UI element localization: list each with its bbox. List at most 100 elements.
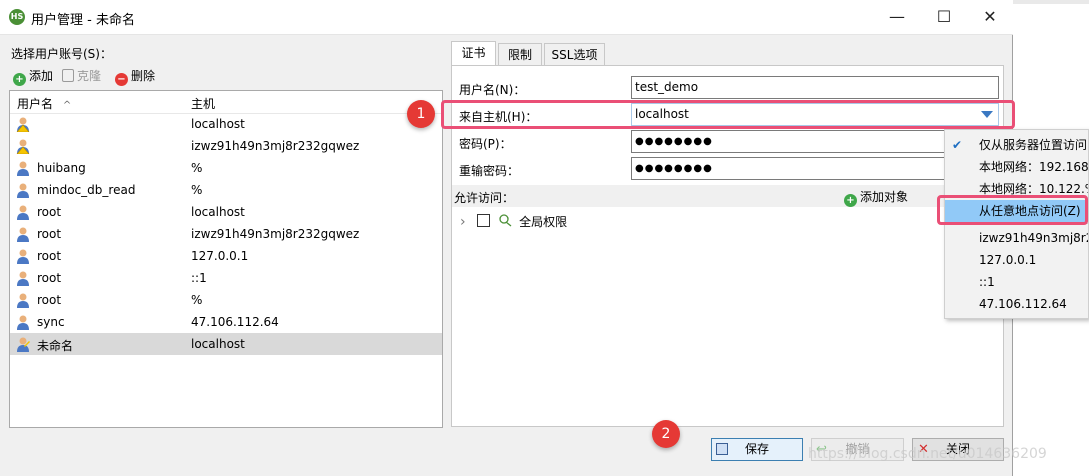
user-icon [16, 270, 30, 286]
user-host: localhost [191, 337, 245, 351]
host-menu-item-label: 仅从服务器位置访问( [979, 138, 1089, 152]
host-menu-item[interactable]: 127.0.0.1 [945, 249, 1088, 271]
allow-access-bar: 允许访问： + 添加对象 [452, 185, 1003, 207]
user-row[interactable]: izwz91h49n3mj8r232gqwez [10, 135, 442, 157]
user-icon [16, 248, 30, 264]
list-header: 用户名 ^ 主机 [10, 91, 442, 114]
host-menu-item[interactable]: ✔ 仅从服务器位置访问( [945, 134, 1089, 156]
user-host: % [191, 293, 203, 307]
annotation-marker-2: 2 [652, 420, 680, 448]
user-icon [16, 314, 30, 330]
user-icon [16, 182, 30, 198]
sort-ascending-icon: ^ [62, 100, 72, 111]
column-host-header[interactable]: 主机 [191, 95, 215, 112]
user-row[interactable]: root::1 [10, 267, 442, 289]
column-username-header[interactable]: 用户名 ^ [17, 95, 71, 112]
title-bar: HS 用户管理 - 未命名 — ☐ ✕ [0, 0, 1013, 35]
user-icon [16, 204, 30, 220]
watermark: https://blog.csdn.net/u014636209 [808, 446, 1047, 462]
save-label: 保存 [744, 442, 769, 456]
global-privileges-checkbox[interactable] [477, 214, 491, 227]
user-host: 47.106.112.64 [191, 315, 279, 329]
save-disk-icon [716, 443, 728, 455]
user-row[interactable]: root% [10, 289, 442, 311]
clone-user-label: 克隆 [77, 69, 102, 83]
host-menu-item-label: izwz91h49n3mj8r23 [979, 231, 1089, 245]
column-username-label: 用户名 [17, 97, 54, 111]
user-row[interactable]: root localhost [10, 201, 442, 223]
tree-item-global[interactable]: › 全局权限 [460, 213, 567, 231]
clone-user-button[interactable]: 克隆 [62, 67, 101, 85]
username-input[interactable]: test_demo [631, 76, 999, 99]
tab-limits[interactable]: 限制 [498, 43, 542, 65]
user-host: 127.0.0.1 [191, 249, 249, 263]
anywhere-option-highlight [937, 195, 1088, 225]
close-window-button[interactable]: ✕ [967, 0, 1013, 34]
add-object-button[interactable]: + 添加对象 [844, 188, 908, 207]
host-menu-item-label: 127.0.0.1 [979, 253, 1037, 267]
user-list[interactable]: 用户名 ^ 主机 localhost izwz91h49n3mj8r232gqwe… [9, 90, 443, 428]
host-menu-item-label: 47.106.112.64 [979, 297, 1067, 311]
user-name: mindoc_db_read [37, 183, 136, 197]
chevron-right-icon[interactable]: › [460, 214, 466, 230]
user-row[interactable]: 未命名 localhost [10, 333, 442, 355]
host-menu-item[interactable]: 47.106.112.64 [945, 293, 1088, 315]
host-menu-item-label: ::1 [979, 275, 995, 289]
user-host: localhost [191, 205, 245, 219]
user-warning-icon [16, 138, 30, 155]
user-icon [16, 160, 30, 176]
user-host: localhost [191, 117, 245, 131]
host-field-highlight [441, 100, 1015, 129]
user-row[interactable]: root izwz91h49n3mj8r232gqwez [10, 223, 442, 245]
user-name: root [37, 227, 62, 241]
user-name: root [37, 293, 62, 307]
minimize-button[interactable]: — [874, 0, 920, 34]
globe-leaf-icon [499, 214, 513, 227]
user-row[interactable]: root 127.0.0.1 [10, 245, 442, 267]
username-label: 用户名(N)： [459, 83, 526, 97]
checkmark-icon: ✔ [952, 138, 963, 152]
global-privileges-label: 全局权限 [519, 215, 568, 229]
app-logo-icon: HS [9, 9, 25, 25]
allow-access-label: 允许访问： [454, 191, 515, 205]
add-user-label: 添加 [29, 69, 54, 83]
annotation-marker-1: 1 [407, 100, 435, 128]
user-row[interactable]: mindoc_db_read% [10, 179, 442, 201]
user-name: sync [37, 315, 65, 329]
maximize-button[interactable]: ☐ [921, 0, 967, 34]
host-menu-item[interactable]: izwz91h49n3mj8r23 [945, 227, 1089, 249]
confirm-password-label: 重输密码： [459, 164, 520, 178]
select-account-label: 选择用户账号(S)： [11, 47, 112, 61]
user-host: % [191, 161, 203, 175]
user-row[interactable]: sync 47.106.112.64 [10, 311, 442, 333]
user-row[interactable]: localhost [10, 113, 442, 135]
delete-user-label: 删除 [131, 69, 156, 83]
host-menu-item[interactable]: ::1 [945, 271, 1088, 293]
save-button[interactable]: 保存 [711, 438, 803, 461]
user-host: izwz91h49n3mj8r232gqwez [191, 227, 360, 241]
tab-credentials[interactable]: 证书 [451, 41, 496, 66]
add-user-button[interactable]: + 添加 [13, 67, 54, 86]
user-host: ::1 [191, 271, 207, 285]
user-name: root [37, 271, 62, 285]
window-title: 用户管理 - 未命名 [31, 13, 135, 28]
user-host: % [191, 183, 203, 197]
user-edit-icon [16, 336, 30, 352]
user-icon [16, 226, 30, 242]
user-row[interactable]: huibang% [10, 157, 442, 179]
user-icon [16, 292, 30, 308]
tab-ssl-options[interactable]: SSL选项 [544, 43, 605, 65]
delete-user-button[interactable]: − 删除 [115, 67, 156, 86]
user-host: izwz91h49n3mj8r232gqwez [191, 139, 360, 153]
add-icon: + [13, 73, 26, 86]
add-icon: + [844, 194, 857, 207]
clone-icon [62, 69, 74, 82]
password-label: 密码(P)： [459, 137, 512, 151]
user-name: root [37, 205, 62, 219]
host-menu-item[interactable]: 本地网络：192.168.9 [945, 156, 1088, 178]
add-object-label: 添加对象 [860, 190, 909, 204]
user-manager-dialog: HS 用户管理 - 未命名 — ☐ ✕ 选择用户账号(S)： + 添加 克隆 − 删… [0, 0, 1013, 476]
user-warning-icon [16, 116, 30, 133]
user-name: 未命名 [37, 339, 74, 353]
user-name: root [37, 249, 62, 263]
